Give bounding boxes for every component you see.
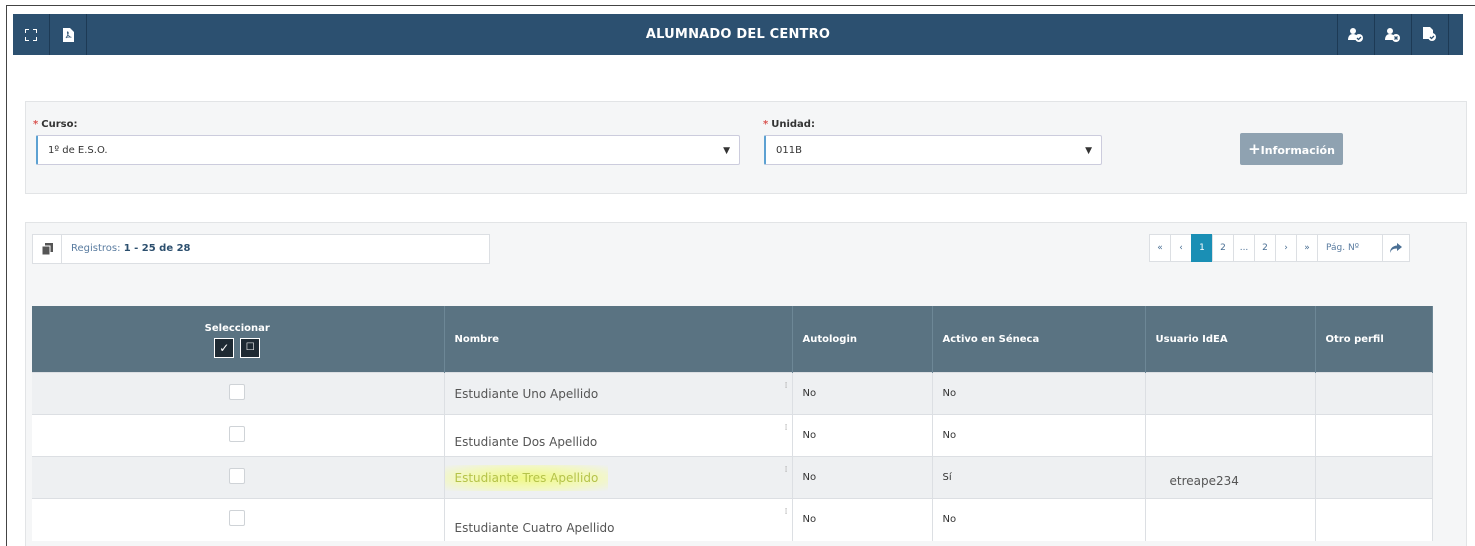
unidad-label: * Unidad: — [763, 119, 815, 130]
student-name[interactable]: Estudiante Tres Apellido — [444, 464, 609, 491]
header-bar: ALUMNADO DEL CENTRO — [13, 14, 1463, 55]
curso-select[interactable]: 1º de E.S.O. ▼ — [36, 135, 740, 165]
unidad-select[interactable]: 011B ▼ — [764, 135, 1102, 165]
activo-cell: Sí — [932, 456, 1146, 499]
autologin-cell: No — [792, 456, 933, 499]
col-nombre[interactable]: Nombre — [444, 306, 793, 373]
col-seleccionar: Seleccionar ✓ ☐ — [32, 306, 445, 373]
resize-handle-icon[interactable]: ⁞ — [785, 507, 788, 517]
records-text: Registros: 1 - 25 de 28 — [71, 243, 191, 254]
prev-page-button[interactable]: ‹ — [1170, 234, 1192, 262]
otro-perfil-cell — [1315, 498, 1433, 541]
autologin-cell: No — [792, 414, 933, 457]
select-all-icon[interactable]: ✓ — [214, 337, 235, 358]
table-row[interactable]: Estudiante Cuatro Apellido ⁞ No No — [32, 498, 1433, 541]
unidad-value: 011B — [776, 145, 802, 156]
page-last-number-button[interactable]: 2 — [1254, 234, 1276, 262]
student-name[interactable]: Estudiante Cuatro Apellido — [455, 521, 615, 535]
deselect-all-icon[interactable]: ☐ — [240, 337, 261, 358]
col-usuario-idea[interactable]: Usuario IdEA — [1145, 306, 1316, 373]
informacion-button[interactable]: +Información — [1240, 133, 1343, 165]
row-checkbox[interactable] — [229, 384, 246, 400]
resize-handle-icon[interactable]: ⁞ — [785, 465, 788, 475]
student-name[interactable]: Estudiante Dos Apellido — [455, 435, 598, 449]
chevron-down-icon: ▼ — [723, 146, 730, 156]
page-ellipsis: ... — [1233, 234, 1255, 262]
records-info: Registros: 1 - 25 de 28 — [32, 234, 490, 264]
row-checkbox[interactable] — [229, 426, 246, 442]
document-check-icon[interactable] — [1412, 14, 1448, 55]
chevron-down-icon: ▼ — [1085, 146, 1092, 156]
plus-icon: + — [1248, 140, 1261, 158]
page-2-button[interactable]: 2 — [1212, 234, 1234, 262]
usuario-cell — [1145, 498, 1316, 541]
informacion-label: Información — [1260, 144, 1335, 157]
next-page-button[interactable]: › — [1275, 234, 1297, 262]
table-header-row: Seleccionar ✓ ☐ Nombre Autologin Activo e… — [32, 306, 1433, 373]
col-autologin[interactable]: Autologin — [792, 306, 933, 373]
usuario-cell: etreape234 — [1145, 456, 1316, 499]
table-row[interactable]: Estudiante Dos Apellido ⁞ No No — [32, 414, 1433, 457]
pagination: « ‹ 1 2 ... 2 › » Pág. Nº — [1149, 234, 1410, 264]
curso-label: * Curso: — [33, 119, 78, 130]
row-checkbox[interactable] — [229, 510, 246, 527]
otro-perfil-cell — [1315, 414, 1433, 457]
activo-cell: No — [932, 414, 1146, 457]
autologin-cell: No — [792, 372, 933, 415]
otro-perfil-cell — [1315, 372, 1433, 415]
table-row[interactable]: Estudiante Uno Apellido ⁞ No No — [32, 372, 1433, 415]
usuario-cell — [1145, 372, 1316, 415]
otro-perfil-cell — [1315, 456, 1433, 499]
col-activo-seneca[interactable]: Activo en Séneca — [932, 306, 1146, 373]
users-check-icon[interactable] — [1338, 14, 1374, 55]
activo-cell: No — [932, 498, 1146, 541]
student-name[interactable]: Estudiante Uno Apellido — [455, 387, 599, 401]
resize-handle-icon[interactable]: ⁞ — [785, 381, 788, 391]
last-page-button[interactable]: » — [1296, 234, 1318, 262]
page-title: ALUMNADO DEL CENTRO — [645, 27, 831, 42]
row-checkbox[interactable] — [229, 468, 246, 484]
copy-icon[interactable] — [33, 235, 62, 263]
students-table: Seleccionar ✓ ☐ Nombre Autologin Activo e… — [32, 306, 1433, 541]
table-row[interactable]: Estudiante Tres Apellido ⁞ No Sí etreape2… — [32, 456, 1433, 499]
curso-value: 1º de E.S.O. — [48, 145, 108, 156]
activo-cell: No — [932, 372, 1146, 415]
autologin-cell: No — [792, 498, 933, 541]
share-arrow-icon[interactable] — [1382, 234, 1410, 262]
users-remove-icon[interactable] — [1375, 14, 1411, 55]
page-number-input[interactable]: Pág. Nº — [1317, 234, 1383, 262]
first-page-button[interactable]: « — [1149, 234, 1171, 262]
col-otro-perfil[interactable]: Otro perfil — [1315, 306, 1433, 373]
resize-handle-icon[interactable]: ⁞ — [785, 423, 788, 433]
page-1-button[interactable]: 1 — [1191, 234, 1213, 262]
usuario-cell — [1145, 414, 1316, 457]
